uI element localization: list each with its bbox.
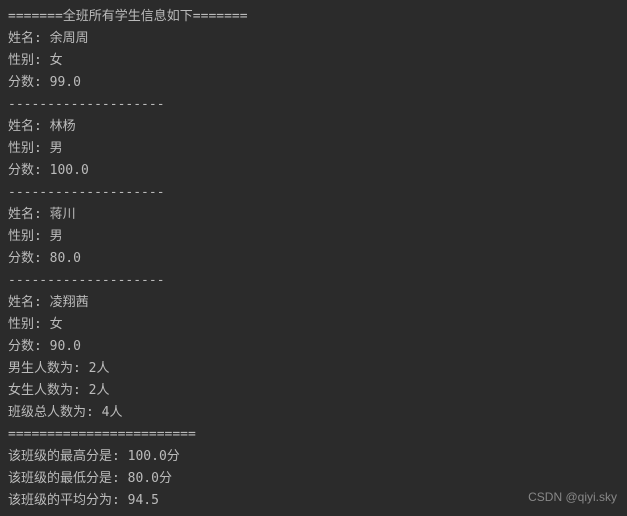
label-gender: 性别: [8,141,50,156]
label-male-count: 男生人数为: [8,361,89,376]
total-count: 班级总人数为: 4人 [8,402,619,424]
value-total-count: 4人 [102,405,123,420]
student-gender: 性别: 男 [8,138,619,160]
student-score: 分数: 90.0 [8,336,619,358]
label-gender: 性别: [8,53,50,68]
student-name: 姓名: 余周周 [8,28,619,50]
value-gender: 男 [50,141,63,156]
divider-big: ======================== [8,424,619,446]
value-name: 林杨 [50,119,76,134]
student-score: 分数: 100.0 [8,160,619,182]
student-score: 分数: 80.0 [8,248,619,270]
value-max: 100.0分 [128,449,180,464]
student-name: 姓名: 蒋川 [8,204,619,226]
label-min: 该班级的最低分是: [8,471,128,486]
divider: -------------------- [8,270,619,292]
watermark: CSDN @qiyi.sky [528,486,617,508]
label-name: 姓名: [8,31,50,46]
value-name: 余周周 [50,31,89,46]
label-score: 分数: [8,75,50,90]
value-score: 100.0 [50,163,89,178]
label-score: 分数: [8,163,50,178]
label-gender: 性别: [8,317,50,332]
value-name: 凌翔茜 [50,295,89,310]
label-score: 分数: [8,339,50,354]
divider: -------------------- [8,94,619,116]
value-score: 80.0 [50,251,81,266]
student-name: 姓名: 凌翔茜 [8,292,619,314]
value-female-count: 2人 [89,383,110,398]
student-gender: 性别: 女 [8,314,619,336]
student-gender: 性别: 男 [8,226,619,248]
male-count: 男生人数为: 2人 [8,358,619,380]
value-min: 80.0分 [128,471,172,486]
value-male-count: 2人 [89,361,110,376]
max-score: 该班级的最高分是: 100.0分 [8,446,619,468]
label-name: 姓名: [8,119,50,134]
value-gender: 男 [50,229,63,244]
label-name: 姓名: [8,207,50,222]
header-line: =======全班所有学生信息如下======= [8,6,619,28]
student-gender: 性别: 女 [8,50,619,72]
label-total-count: 班级总人数为: [8,405,102,420]
label-avg: 该班级的平均分为: [8,493,128,508]
value-name: 蒋川 [50,207,76,222]
label-female-count: 女生人数为: [8,383,89,398]
divider: -------------------- [8,182,619,204]
label-gender: 性别: [8,229,50,244]
student-score: 分数: 99.0 [8,72,619,94]
label-name: 姓名: [8,295,50,310]
label-score: 分数: [8,251,50,266]
label-max: 该班级的最高分是: [8,449,128,464]
value-avg: 94.5 [128,493,159,508]
value-score: 90.0 [50,339,81,354]
student-name: 姓名: 林杨 [8,116,619,138]
value-gender: 女 [50,317,63,332]
value-score: 99.0 [50,75,81,90]
value-gender: 女 [50,53,63,68]
female-count: 女生人数为: 2人 [8,380,619,402]
